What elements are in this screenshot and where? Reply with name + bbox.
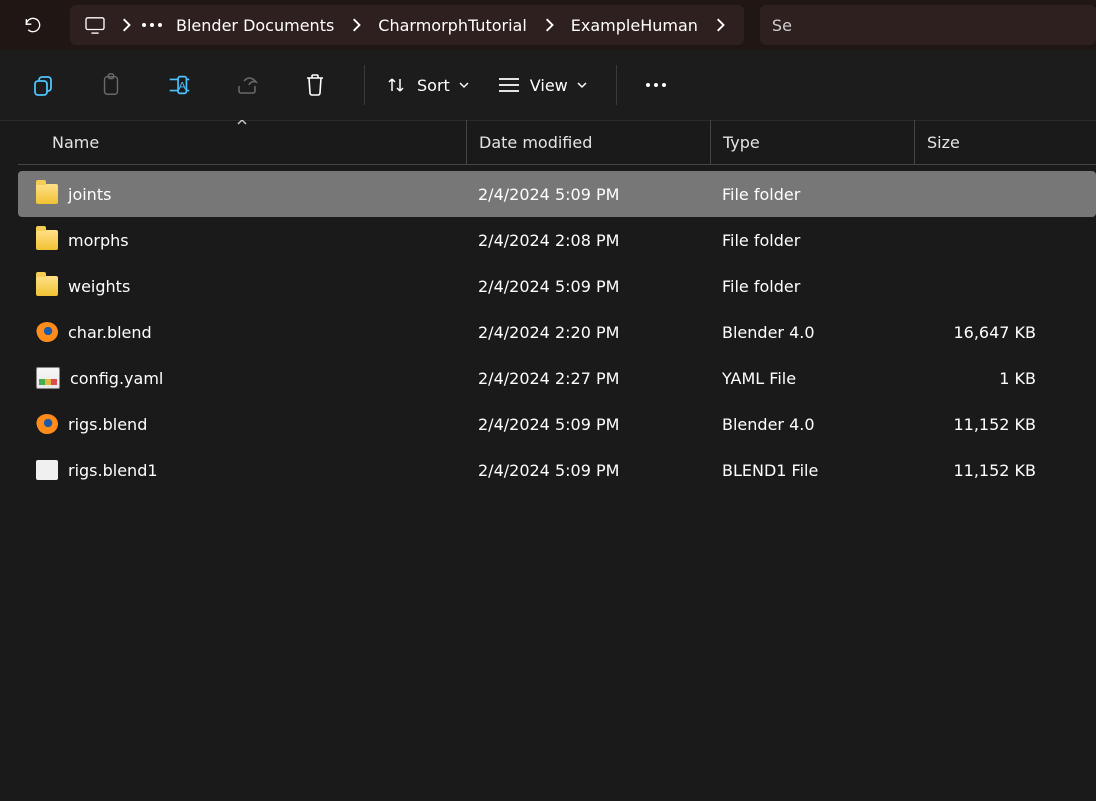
search-input[interactable]: Se (760, 5, 1096, 45)
folder-icon (36, 184, 58, 204)
sort-icon (383, 72, 409, 98)
column-header-name[interactable]: Name (18, 120, 466, 164)
chevron-right-icon (544, 18, 554, 32)
breadcrumb-separator[interactable] (537, 9, 561, 41)
chevron-down-icon (458, 80, 470, 90)
table-row[interactable]: char.blend 2/4/2024 2:20 PMBlender 4.016,… (18, 309, 1096, 355)
file-list: Name Date modified Type Size joints 2/4/2… (18, 120, 1096, 801)
ellipsis-icon (646, 83, 666, 87)
this-pc-icon[interactable] (82, 12, 108, 38)
file-size: 16,647 KB (914, 323, 1050, 342)
toolbar-separator (616, 65, 617, 105)
breadcrumb-separator[interactable] (708, 9, 732, 41)
file-name: char.blend (68, 323, 152, 342)
svg-text:A: A (179, 81, 187, 93)
breadcrumb[interactable]: Blender Documents CharmorphTutorial Exam… (70, 5, 744, 45)
file-name: rigs.blend1 (68, 461, 158, 480)
file-name: morphs (68, 231, 129, 250)
file-name-cell: morphs (18, 230, 466, 250)
table-row[interactable]: morphs 2/4/2024 2:08 PMFile folder (18, 217, 1096, 263)
file-rows: joints2/4/2024 5:09 PMFile foldermorphs2… (18, 171, 1096, 503)
file-name-cell: config.yaml (18, 367, 466, 389)
breadcrumb-item[interactable]: ExampleHuman (561, 16, 708, 35)
file-name: joints (68, 185, 111, 204)
file-size: 11,152 KB (914, 415, 1050, 434)
file-name: rigs.blend (68, 415, 147, 434)
file-name: config.yaml (70, 369, 163, 388)
yaml-icon (36, 367, 60, 389)
table-row[interactable]: weights 2/4/2024 5:09 PMFile folder (18, 263, 1096, 309)
file-size: 1 KB (914, 369, 1050, 388)
share-icon (235, 74, 259, 96)
view-button[interactable]: View (488, 62, 596, 108)
chevron-right-icon (715, 18, 725, 32)
address-bar: Blender Documents CharmorphTutorial Exam… (0, 0, 1096, 50)
file-date: 2/4/2024 2:20 PM (466, 323, 710, 342)
breadcrumb-item[interactable]: CharmorphTutorial (368, 16, 536, 35)
file-type: File folder (710, 185, 914, 204)
monitor-icon (84, 16, 106, 34)
file-name-cell: rigs.blend1 (18, 460, 466, 480)
trash-icon (304, 73, 326, 97)
cut-button[interactable] (82, 62, 140, 108)
view-icon (496, 72, 522, 98)
folder-icon (36, 276, 58, 296)
chevron-right-icon (121, 18, 131, 32)
breadcrumb-separator[interactable] (344, 9, 368, 41)
column-header-type[interactable]: Type (710, 120, 914, 164)
file-date: 2/4/2024 5:09 PM (466, 415, 710, 434)
table-row[interactable]: rigs.blend 2/4/2024 5:09 PMBlender 4.011,… (18, 401, 1096, 447)
chevron-down-icon (576, 80, 588, 90)
blender-icon (36, 322, 58, 342)
blender-icon (36, 414, 58, 434)
breadcrumb-item[interactable]: Blender Documents (166, 16, 344, 35)
file-name: weights (68, 277, 130, 296)
sort-label: Sort (417, 76, 450, 95)
blank-icon (36, 460, 58, 480)
table-row[interactable]: rigs.blend1 2/4/2024 5:09 PMBLEND1 File11… (18, 447, 1096, 493)
more-button[interactable] (627, 62, 685, 108)
file-name-cell: char.blend (18, 322, 466, 342)
share-button[interactable] (218, 62, 276, 108)
view-label: View (530, 76, 568, 95)
command-bar: A Sort View (0, 50, 1096, 121)
rename-icon: A (166, 74, 192, 96)
file-date: 2/4/2024 2:27 PM (466, 369, 710, 388)
toolbar-separator (364, 65, 365, 105)
file-name-cell: joints (18, 184, 466, 204)
refresh-button[interactable] (2, 0, 64, 50)
sort-asc-icon (236, 120, 248, 126)
clipboard-icon (100, 73, 122, 97)
search-placeholder: Se (772, 16, 792, 35)
file-date: 2/4/2024 5:09 PM (466, 185, 710, 204)
file-date: 2/4/2024 5:09 PM (466, 277, 710, 296)
new-icon (31, 73, 55, 97)
refresh-icon (23, 15, 43, 35)
breadcrumb-separator[interactable] (114, 9, 138, 41)
column-header-date[interactable]: Date modified (466, 120, 710, 164)
rename-button[interactable]: A (150, 62, 208, 108)
file-type: BLEND1 File (710, 461, 914, 480)
table-row[interactable]: joints 2/4/2024 5:09 PMFile folder (18, 171, 1096, 217)
column-header-size[interactable]: Size (914, 120, 1050, 164)
file-type: Blender 4.0 (710, 415, 914, 434)
file-name-cell: rigs.blend (18, 414, 466, 434)
file-date: 2/4/2024 5:09 PM (466, 461, 710, 480)
folder-icon (36, 230, 58, 250)
breadcrumb-overflow[interactable] (138, 9, 166, 41)
file-date: 2/4/2024 2:08 PM (466, 231, 710, 250)
table-row[interactable]: config.yaml 2/4/2024 2:27 PMYAML File1 KB (18, 355, 1096, 401)
file-name-cell: weights (18, 276, 466, 296)
new-button[interactable] (14, 62, 72, 108)
file-type: Blender 4.0 (710, 323, 914, 342)
file-type: YAML File (710, 369, 914, 388)
file-size: 11,152 KB (914, 461, 1050, 480)
delete-button[interactable] (286, 62, 344, 108)
column-headers: Name Date modified Type Size (18, 120, 1096, 165)
chevron-right-icon (351, 18, 361, 32)
file-type: File folder (710, 231, 914, 250)
sort-button[interactable]: Sort (375, 62, 478, 108)
file-type: File folder (710, 277, 914, 296)
ellipsis-icon (142, 23, 162, 27)
